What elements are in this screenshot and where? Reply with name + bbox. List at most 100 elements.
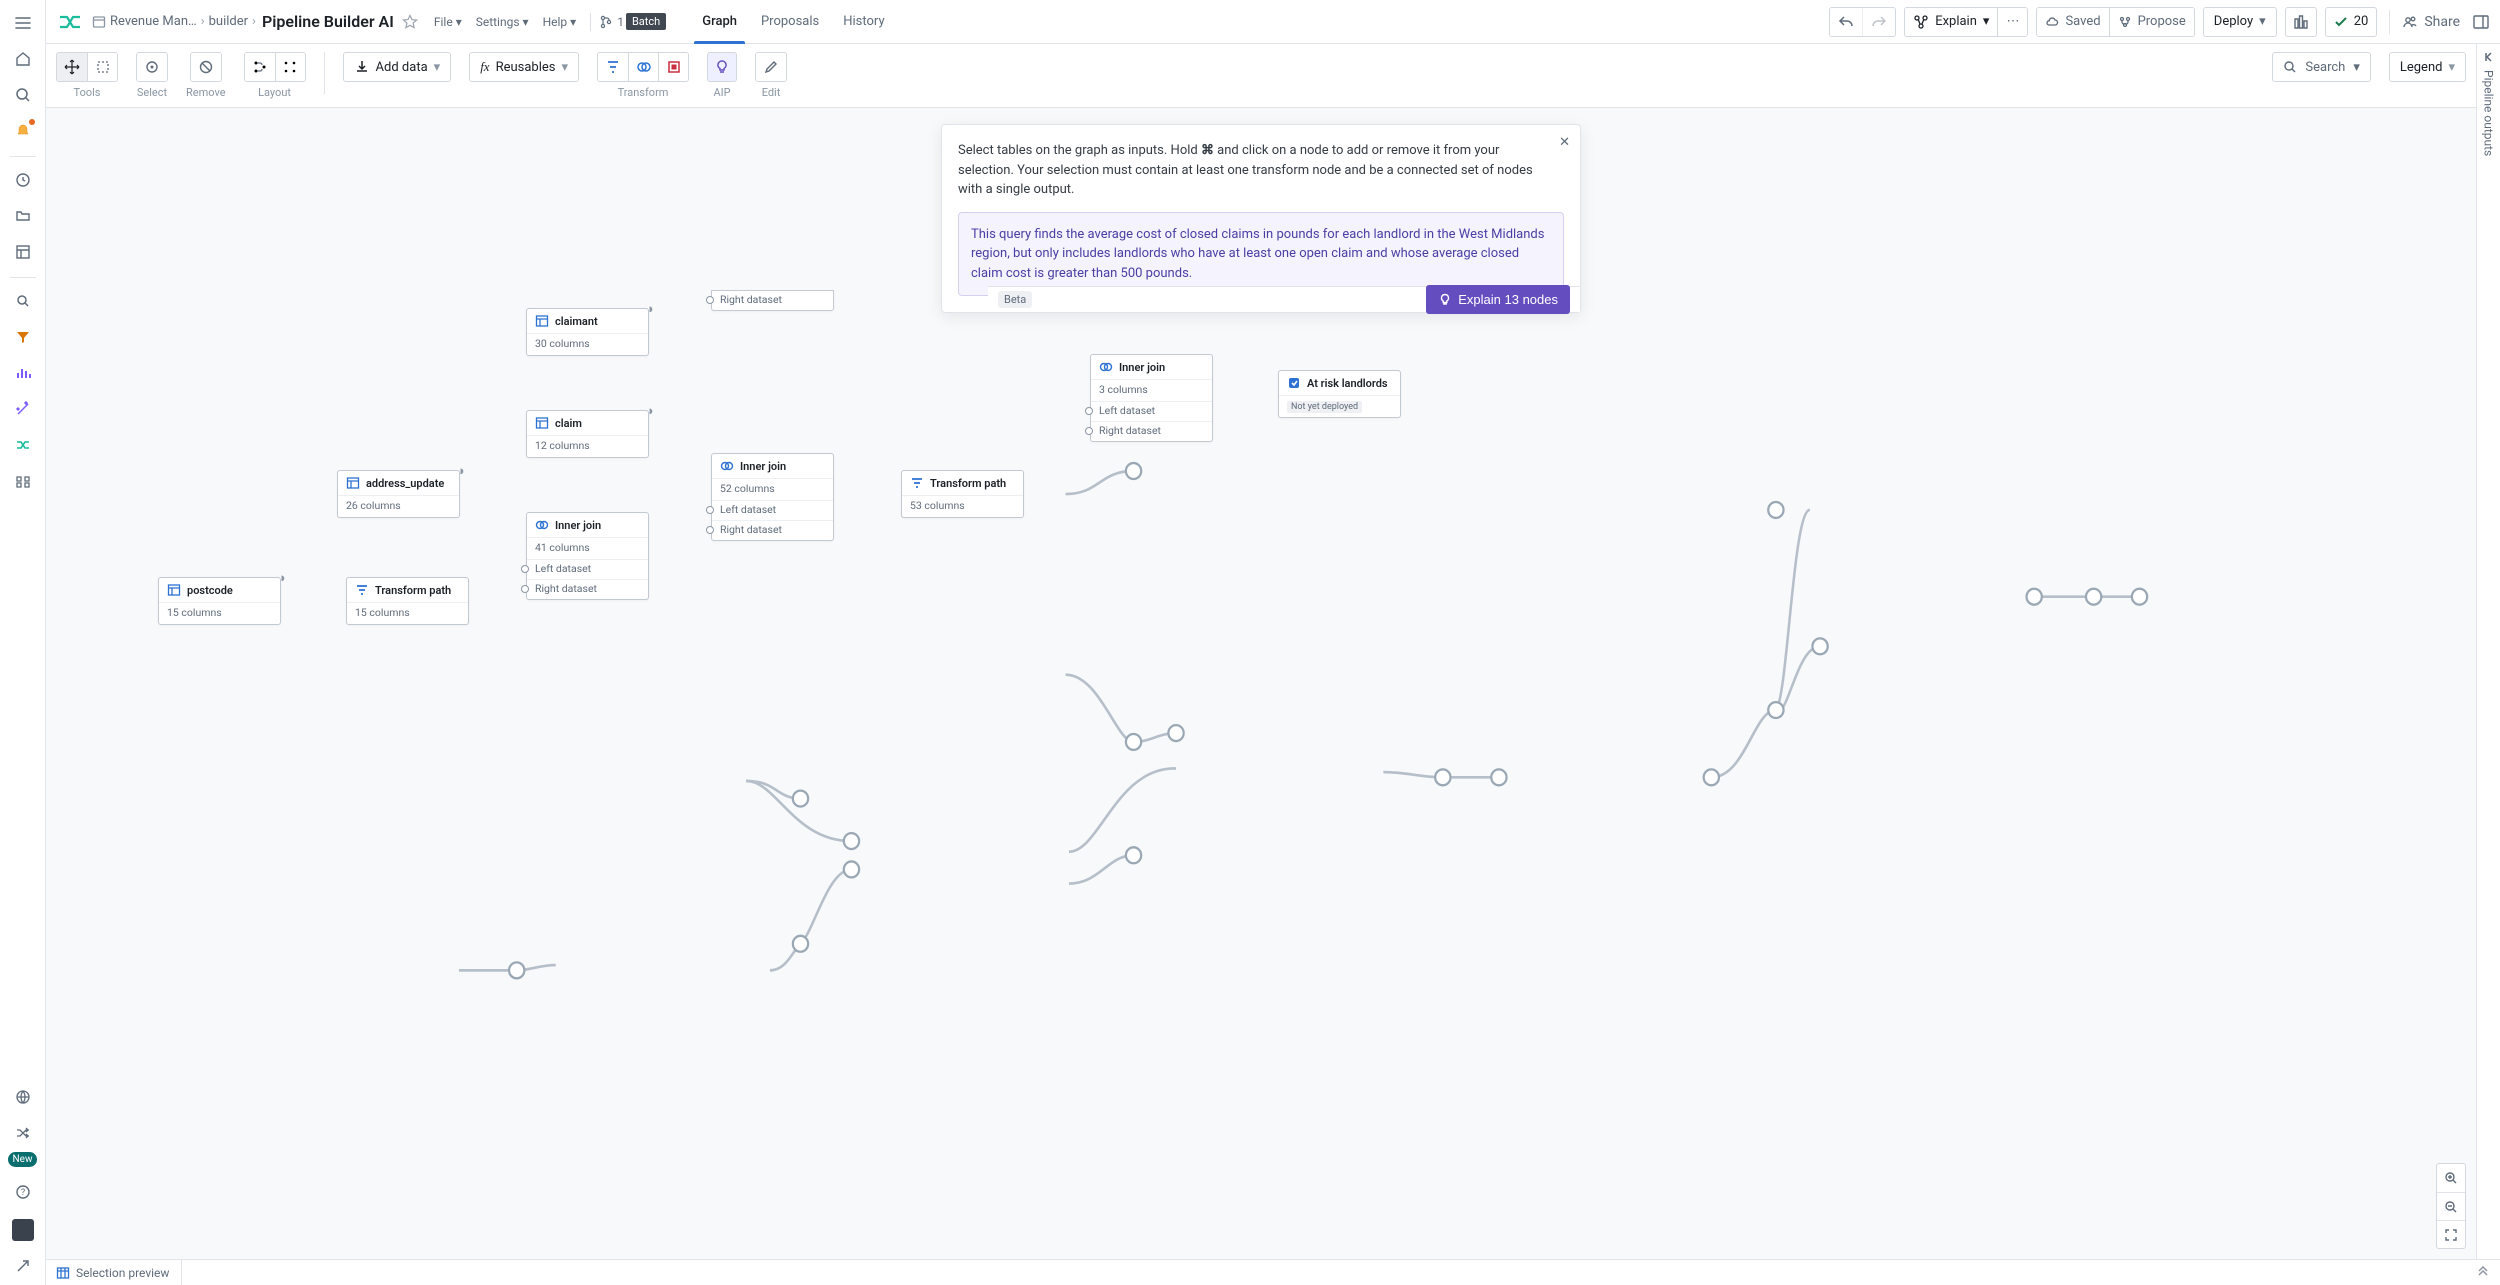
toolbar-label-tools: Tools (74, 86, 101, 99)
download-icon (354, 59, 370, 75)
right-rail[interactable]: Pipeline outputs (2476, 44, 2500, 1259)
page-title: Pipeline Builder AI (262, 12, 394, 31)
menu-help[interactable]: Help ▾ (537, 13, 583, 31)
hamburger-icon[interactable] (6, 6, 40, 40)
app-logo-icon (56, 8, 84, 36)
undo-button[interactable] (1830, 8, 1862, 36)
tool-target[interactable] (137, 53, 167, 81)
close-icon[interactable]: ✕ (1559, 135, 1570, 150)
panel-right-icon[interactable] (2472, 13, 2490, 31)
add-data-button[interactable]: Add data▾ (343, 52, 452, 82)
tab-graph[interactable]: Graph (690, 0, 749, 44)
collapse-left-icon[interactable] (2482, 50, 2496, 64)
breadcrumb-folder[interactable]: builder (209, 14, 248, 29)
zoom-fit-button[interactable] (2437, 1220, 2465, 1248)
tab-history[interactable]: History (831, 0, 896, 44)
join-icon (720, 459, 734, 473)
node-join3[interactable]: Inner join 3 columns Left dataset Right … (1090, 354, 1213, 442)
node-output[interactable]: At risk landlords Not yet deployed (1278, 370, 1401, 418)
top-tabs: Graph Proposals History (690, 0, 896, 44)
cloud-icon (2045, 15, 2059, 29)
node-xform1[interactable]: Transform path 15 columns (346, 577, 469, 625)
explain-more-button[interactable]: ⋯ (1997, 8, 2027, 36)
inspect-icon[interactable] (6, 284, 40, 318)
tab-proposals[interactable]: Proposals (749, 0, 831, 44)
lightbulb-icon (1438, 293, 1452, 307)
star-icon[interactable] (400, 12, 420, 32)
batch-tag: Batch (626, 13, 666, 30)
transform-agg[interactable] (658, 53, 688, 81)
node-join1[interactable]: Inner join 41 columns Left dataset Right… (526, 512, 649, 600)
node-claim[interactable]: claim 12 columns (526, 410, 649, 458)
branch-count[interactable]: 1 (599, 15, 624, 29)
saved-indicator: Saved (2037, 8, 2108, 36)
toolbar-label-layout: Layout (258, 86, 291, 99)
transform-join[interactable] (628, 53, 658, 81)
tool-layout-grid[interactable] (275, 53, 305, 81)
propose-icon (2118, 15, 2132, 29)
node-postcode[interactable]: postcode 15 columns (158, 577, 281, 625)
hint-instruction: Select tables on the graph as inputs. Ho… (958, 141, 1564, 200)
zoom-out-button[interactable] (2437, 1192, 2465, 1220)
layout-icon[interactable] (6, 235, 40, 269)
history-icon[interactable] (6, 163, 40, 197)
tool-move[interactable] (57, 53, 87, 81)
output-anchor-icon: ◗ (458, 463, 466, 479)
folder-icon[interactable] (6, 199, 40, 233)
project-icon (92, 15, 106, 29)
redo-button[interactable] (1862, 8, 1895, 36)
checks-count[interactable]: 20 (2325, 7, 2378, 37)
aip-button[interactable] (707, 52, 737, 82)
reusables-button[interactable]: fx Reusables▾ (469, 52, 579, 82)
people-icon (2402, 14, 2418, 30)
chart-icon[interactable] (6, 356, 40, 390)
propose-button[interactable]: Propose (2109, 8, 2194, 36)
node-join2[interactable]: Inner join 52 columns Left dataset Right… (711, 453, 834, 541)
chevron-right-icon: › (252, 14, 256, 29)
explain-button[interactable]: Explain ▾ (1905, 8, 1997, 36)
menu-file[interactable]: File ▾ (428, 13, 468, 31)
avatar[interactable] (12, 1219, 34, 1241)
home-icon[interactable] (6, 42, 40, 76)
transform-icon (355, 583, 369, 597)
menubar: File ▾ Settings ▾ Help ▾ 1 Batch (428, 13, 666, 31)
edit-button[interactable] (756, 53, 786, 81)
selection-preview-tab[interactable]: Selection preview (56, 1260, 182, 1285)
tool-remove[interactable] (191, 53, 221, 81)
health-button[interactable] (2285, 7, 2317, 37)
filter-icon[interactable] (6, 320, 40, 354)
node-xform2[interactable]: Transform path 53 columns (901, 470, 1024, 518)
deploy-button[interactable]: Deploy▾ (2203, 7, 2277, 37)
output-icon (1287, 376, 1301, 390)
expand-icon[interactable] (6, 1249, 40, 1283)
output-anchor-icon: ◗ (279, 570, 287, 586)
tool-layout-tree[interactable] (245, 53, 275, 81)
shuffle-icon[interactable] (6, 1116, 40, 1150)
breadcrumb-project[interactable]: Revenue Man… (92, 14, 197, 29)
expand-up-icon[interactable] (2476, 1266, 2490, 1280)
search-icon[interactable] (6, 78, 40, 112)
globe-icon[interactable] (6, 1080, 40, 1114)
menu-settings[interactable]: Settings ▾ (470, 13, 535, 31)
breadcrumb: Revenue Man… › builder › (92, 14, 256, 29)
share-button[interactable]: Share (2402, 14, 2460, 30)
legend-button[interactable]: Legend▾ (2389, 52, 2466, 82)
stack-icon[interactable] (6, 464, 40, 498)
bell-icon[interactable] (6, 114, 40, 148)
zoom-in-button[interactable] (2437, 1164, 2465, 1192)
node-claimant[interactable]: claimant 30 columns (526, 308, 649, 356)
node-join-top-partial[interactable]: Right dataset (711, 290, 834, 311)
explain-nodes-button[interactable]: Explain 13 nodes (1426, 285, 1570, 314)
output-anchor-icon: ◗ (647, 301, 655, 317)
wand-icon[interactable] (6, 392, 40, 426)
transform-filter[interactable] (598, 53, 628, 81)
tool-select[interactable] (87, 53, 117, 81)
graph-canvas[interactable]: ✕ Select tables on the graph as inputs. … (46, 108, 2476, 1259)
toolbar-label-aip: AIP (713, 86, 730, 99)
help-icon[interactable]: ? (6, 1175, 40, 1209)
left-sidebar: New ? (0, 0, 46, 1285)
search-button[interactable]: Search▾ (2272, 52, 2370, 82)
pipeline-icon[interactable] (6, 428, 40, 462)
node-address-update[interactable]: address_update 26 columns (337, 470, 460, 518)
fx-icon: fx (480, 59, 489, 75)
